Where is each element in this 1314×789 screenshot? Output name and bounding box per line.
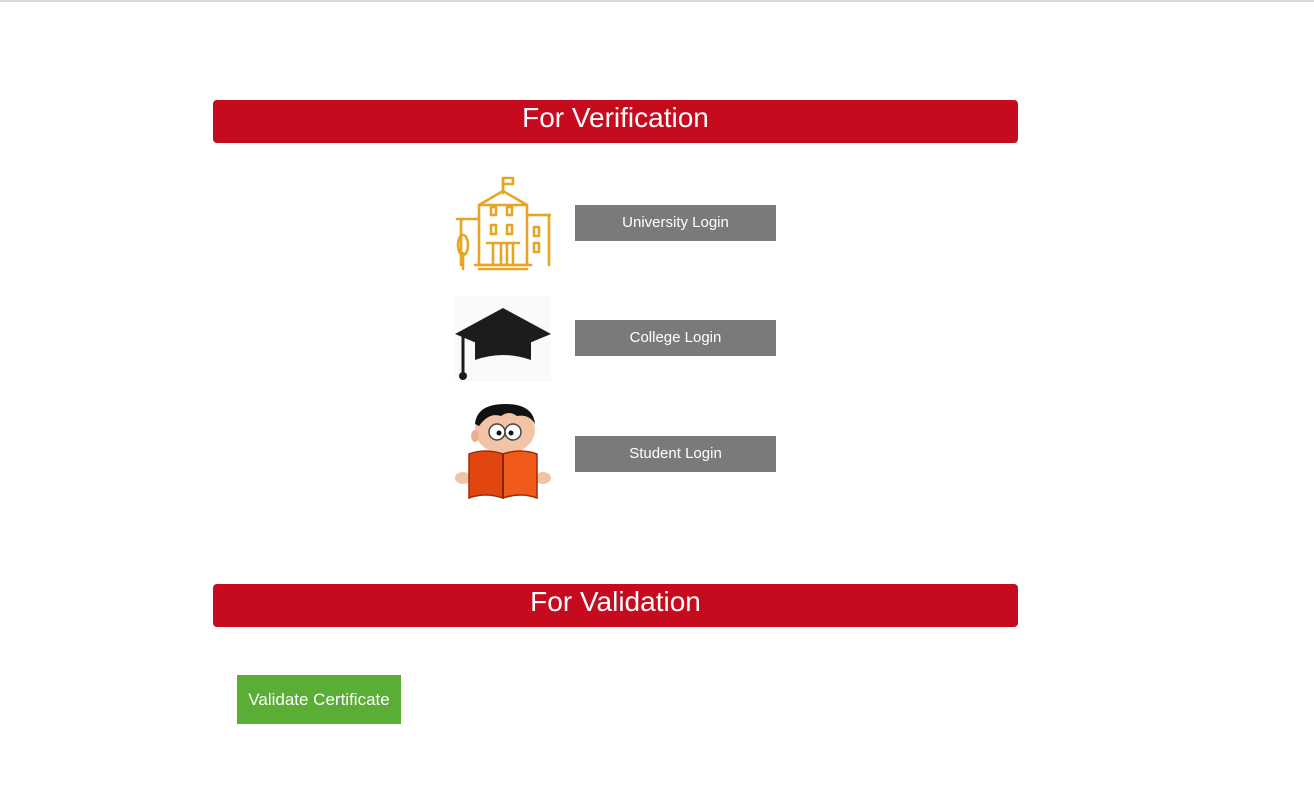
verification-banner: For Verification bbox=[213, 100, 1018, 143]
university-login-button[interactable]: University Login bbox=[575, 205, 776, 241]
validate-certificate-button[interactable]: Validate Certificate bbox=[237, 675, 401, 724]
validation-banner: For Validation bbox=[213, 584, 1018, 627]
validation-title: For Validation bbox=[530, 586, 701, 617]
college-login-button[interactable]: College Login bbox=[575, 320, 776, 356]
student-login-button[interactable]: Student Login bbox=[575, 436, 776, 472]
graduation-cap-icon bbox=[455, 296, 551, 382]
student-login-row: Student Login bbox=[455, 404, 776, 500]
college-login-row: College Login bbox=[455, 296, 776, 392]
top-divider bbox=[0, 0, 1314, 2]
university-login-row: University Login bbox=[455, 175, 776, 271]
verification-title: For Verification bbox=[522, 102, 709, 133]
student-reading-icon bbox=[455, 404, 551, 500]
university-building-icon bbox=[455, 176, 551, 271]
